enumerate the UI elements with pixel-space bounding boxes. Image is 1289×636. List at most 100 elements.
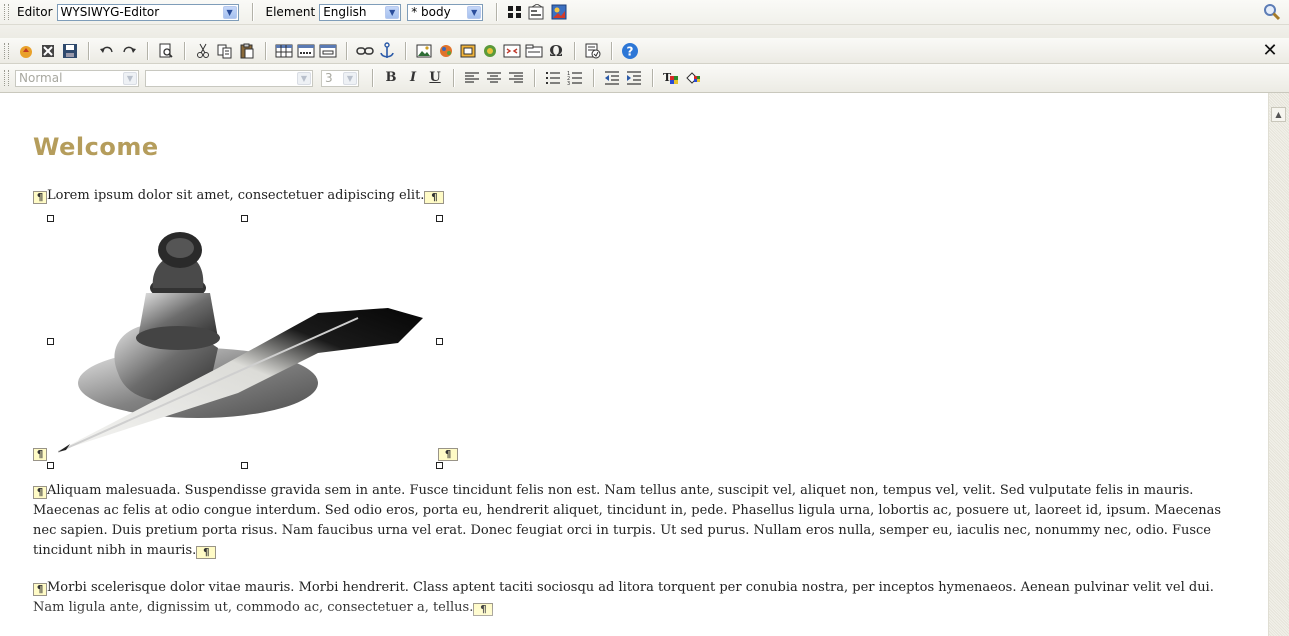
undo-icon[interactable]: [98, 42, 116, 60]
bottom-fade: [0, 601, 1268, 636]
toolbar-separator: [372, 69, 373, 87]
editor-toolbar-top: Editor WYSIWYG-Editor ▼ Element English …: [0, 0, 1289, 40]
inkwell-quill-image[interactable]: [58, 218, 443, 458]
paragraph-start-mark: ¶: [33, 191, 47, 204]
bullet-list-icon[interactable]: [544, 69, 562, 87]
paragraph-end-mark: ¶: [438, 448, 458, 461]
toolbar-grip[interactable]: [4, 4, 9, 20]
toolbar-separator: [88, 41, 89, 60]
horizontal-rule-icon[interactable]: [297, 42, 315, 60]
numbered-list-icon[interactable]: 123: [566, 69, 584, 87]
chevron-down-icon: ▼: [123, 71, 137, 85]
toolbar-separator: [593, 69, 594, 87]
anchor-icon[interactable]: [378, 41, 396, 60]
toolbar-separator: [611, 41, 612, 60]
background-color-icon[interactable]: [684, 69, 702, 87]
align-right-icon[interactable]: [507, 69, 525, 87]
search-icon[interactable]: [1263, 3, 1281, 21]
resize-handle[interactable]: [436, 462, 443, 469]
insert-table-icon[interactable]: [275, 42, 293, 60]
toolbar-separator: [574, 41, 575, 60]
resize-handle[interactable]: [47, 215, 54, 222]
resize-handle[interactable]: [436, 338, 443, 345]
toolbar-grip[interactable]: [4, 70, 9, 86]
paragraph-style-select[interactable]: Normal ▼: [15, 69, 139, 87]
editor-select[interactable]: WYSIWYG-Editor ▼: [56, 3, 239, 21]
paragraph-1[interactable]: ¶ Lorem ipsum dolor sit amet, consectetue…: [33, 186, 445, 206]
scroll-up-button[interactable]: ▲: [1271, 107, 1286, 122]
save-icon[interactable]: [61, 42, 79, 60]
editing-area[interactable]: Welcome ¶ Lorem ipsum dolor sit amet, con…: [0, 93, 1268, 636]
toolbar-grip[interactable]: [4, 42, 9, 59]
svg-text:3: 3: [567, 81, 570, 85]
page-outline-icon[interactable]: [528, 3, 546, 21]
copy-icon[interactable]: [216, 42, 234, 60]
editor-select-value: WYSIWYG-Editor: [60, 5, 160, 19]
chevron-down-icon: ▼: [343, 71, 357, 85]
editor-toolbar-format: Normal ▼ ▼ 3 ▼ B I U 123 T: [0, 64, 1289, 93]
editor-toolbar-actions: Ω ? ✕: [0, 38, 1289, 64]
insert-smiley-icon[interactable]: [503, 42, 521, 60]
toolbar-separator: [405, 41, 406, 60]
toolbar-separator: [251, 3, 253, 21]
insert-image-icon[interactable]: [415, 42, 433, 60]
toolbar-separator: [652, 69, 653, 87]
resize-handle[interactable]: [47, 338, 54, 345]
language-select[interactable]: English ▼: [319, 3, 402, 21]
toolbar-separator: [346, 41, 347, 60]
underline-button[interactable]: U: [426, 69, 444, 87]
blocks-icon[interactable]: [506, 3, 524, 21]
new-document-icon[interactable]: [17, 42, 35, 60]
align-left-icon[interactable]: [463, 69, 481, 87]
paragraph-end-mark: ¶: [424, 191, 445, 204]
print-preview-icon[interactable]: [157, 42, 175, 60]
paragraph-start-mark: ¶: [33, 583, 47, 596]
paragraph-start-mark: ¶: [33, 486, 47, 499]
insert-gallery-icon[interactable]: [481, 42, 499, 60]
language-select-value: English: [323, 5, 367, 19]
paragraph-start-mark: ¶: [33, 448, 47, 461]
preview-image-icon[interactable]: [550, 3, 568, 21]
paragraph-2[interactable]: ¶ Aliquam malesuada. Suspendisse gravida …: [33, 481, 1243, 561]
bold-button[interactable]: B: [382, 69, 400, 87]
form-field-icon[interactable]: [319, 42, 337, 60]
page-heading: Welcome: [33, 133, 159, 161]
insert-page-break-icon[interactable]: [525, 42, 543, 60]
toolbar-separator: [265, 41, 266, 60]
font-family-select[interactable]: ▼: [145, 69, 313, 87]
chevron-down-icon: ▼: [467, 5, 482, 19]
special-character-icon[interactable]: Ω: [547, 42, 565, 60]
toolbar-separator: [453, 69, 454, 87]
resize-handle[interactable]: [241, 215, 248, 222]
editor-mode-row: Editor WYSIWYG-Editor ▼ Element English …: [0, 0, 1289, 25]
paste-icon[interactable]: [238, 42, 256, 60]
insert-flash-icon[interactable]: [437, 42, 455, 60]
resize-handle[interactable]: [47, 462, 54, 469]
outdent-icon[interactable]: [603, 69, 621, 87]
element-label: Element: [265, 5, 316, 19]
vertical-scrollbar[interactable]: ▲: [1268, 93, 1289, 636]
editor-label: Editor: [17, 5, 53, 19]
source-code-icon[interactable]: [584, 42, 602, 60]
italic-button[interactable]: I: [404, 69, 422, 87]
close-document-icon[interactable]: [39, 42, 57, 60]
chevron-down-icon: ▼: [297, 71, 311, 85]
insert-media-icon[interactable]: [459, 42, 477, 60]
element-path-select[interactable]: * body ▼: [407, 3, 484, 21]
cut-icon[interactable]: [194, 42, 212, 60]
align-center-icon[interactable]: [485, 69, 503, 87]
font-size-select[interactable]: 3 ▼: [321, 69, 359, 87]
text-color-icon[interactable]: T: [662, 69, 680, 87]
redo-icon[interactable]: [120, 42, 138, 60]
indent-icon[interactable]: [625, 69, 643, 87]
help-icon[interactable]: ?: [621, 42, 639, 60]
resize-handle[interactable]: [436, 215, 443, 222]
paragraph-end-mark: ¶: [196, 546, 217, 559]
resize-handle[interactable]: [241, 462, 248, 469]
close-icon[interactable]: ✕: [1261, 41, 1279, 60]
svg-text:?: ?: [627, 44, 634, 58]
toolbar-separator: [534, 69, 535, 87]
toolbar-separator: [147, 41, 148, 60]
link-icon[interactable]: [356, 42, 374, 60]
